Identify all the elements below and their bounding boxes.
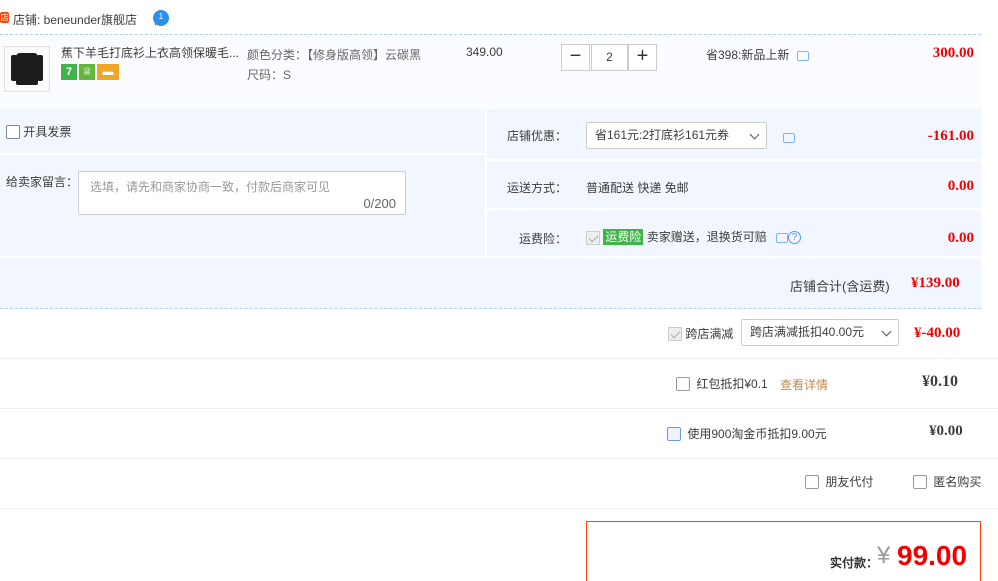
cross-store-label: 跨店满减 (685, 327, 734, 341)
sku-color: 颜色分类：【修身版高领】云碳黑 (247, 48, 422, 62)
shop-total-row: 店铺合计(含运费) ¥139.00 (0, 256, 981, 309)
insurance-checkbox (586, 230, 600, 245)
memo-textarea[interactable]: 选填，请先和商家协商一致，付款后商家可见 0/200 (78, 171, 406, 215)
seven-day-return-icon: 7 (61, 64, 77, 80)
memo-label: 给卖家留言： (6, 175, 79, 189)
payment-summary: 实付款： ¥ 99.00 (586, 521, 981, 581)
anonymous-option[interactable]: 匿名购买 (913, 473, 981, 490)
delivery-label: 运送方式： (506, 181, 567, 195)
item-subtotal: 300.00 (932, 45, 974, 61)
delivery-amount: 0.00 (947, 178, 974, 194)
wangwang-chat-icon[interactable]: 1 (153, 10, 169, 26)
credit-card-icon: ▬ (97, 64, 119, 80)
memo-char-count: 0/200 (363, 196, 396, 211)
invoice-section: 开具发票 (0, 109, 485, 155)
payment-amount: 99.00 (897, 540, 968, 571)
chevron-down-icon (881, 326, 892, 337)
gold-seller-icon: ♕ (79, 64, 95, 80)
cross-store-select[interactable]: 跨店满减抵扣40.00元 (741, 319, 899, 346)
anonymous-checkbox[interactable] (913, 474, 927, 489)
invoice-checkbox[interactable] (6, 124, 20, 139)
cross-store-option: 跨店满减 (668, 325, 733, 342)
shop-discount-row: 店铺优惠： 省161元:2打底衫161元券 -161.00 (487, 109, 981, 161)
cross-store-amount: ¥-40.00 (914, 325, 961, 341)
cross-store-checkbox (668, 326, 682, 341)
shop-total-label: 店铺合计(含运费) (790, 279, 890, 294)
cross-store-value: 跨店满减抵扣40.00元 (750, 325, 865, 339)
cross-store-discount-row: 跨店满减 跨店满减抵扣40.00元 ¥-40.00 (0, 309, 998, 359)
shop-total-amount: ¥139.00 (911, 275, 960, 291)
discount-comment-icon[interactable] (783, 132, 795, 143)
chevron-down-icon (749, 129, 760, 140)
order-options-panel: 开具发票 给卖家留言： 选填，请先和商家协商一致，付款后商家可见 0/200 店… (0, 109, 981, 309)
taobao-coin-amount: ¥0.00 (929, 423, 963, 439)
friend-pay-label: 朋友代付 (825, 475, 874, 489)
product-sku: 颜色分类：【修身版高领】云碳黑 尺码：S (247, 45, 421, 85)
red-packet-amount: ¥0.10 (922, 373, 958, 390)
anonymous-label: 匿名购买 (933, 475, 982, 489)
product-thumbnail[interactable] (4, 46, 50, 92)
red-packet-row: 红包抵扣¥0.1 查看详情 ¥0.10 (0, 359, 998, 409)
promotion-comment-icon[interactable] (796, 50, 809, 61)
delivery-method: 普通配送 快递 免邮 (586, 181, 689, 195)
quantity-plus-button[interactable]: + (628, 44, 657, 71)
insurance-amount: 0.00 (947, 230, 974, 246)
insurance-desc: 卖家赠送，退换货可赔 (646, 230, 767, 244)
unit-price: 349.00 (466, 45, 503, 59)
taobao-coin-row: 使用900淘金币抵扣9.00元 ¥0.00 (0, 409, 998, 459)
quantity-input[interactable]: 2 (591, 44, 628, 71)
item-promotion: 省398:新品上新 (706, 46, 809, 63)
shop-discount-label: 店铺优惠： (506, 129, 567, 143)
insurance-option: 运费险 卖家赠送，退换货可赔 ? (586, 228, 802, 245)
cart-item-row: 蕉下羊毛打底衫上衣高领保暖毛... 7 ♕ ▬ 颜色分类：【修身版高领】云碳黑 尺码… (0, 34, 981, 109)
payment-currency: ¥ (877, 542, 891, 569)
friend-pay-checkbox[interactable] (805, 474, 819, 489)
invoice-option[interactable]: 开具发票 (6, 123, 71, 140)
shop-logo-icon: 店 (0, 12, 9, 23)
service-badges: 7 ♕ ▬ (61, 64, 121, 80)
invoice-label: 开具发票 (23, 125, 72, 139)
quantity-minus-button[interactable]: − (561, 44, 590, 71)
red-packet-checkbox[interactable] (676, 376, 690, 391)
red-packet-option[interactable]: 红包抵扣¥0.1 (676, 375, 768, 392)
shop-header: 店 店铺: beneunder旗舰店 1 (0, 0, 998, 34)
insurance-comment-icon[interactable] (776, 232, 789, 243)
help-question-icon[interactable]: ? (788, 231, 802, 245)
red-packet-label: 红包抵扣¥0.1 (696, 377, 768, 391)
payment-label: 实付款： (830, 556, 879, 570)
taobao-coin-checkbox[interactable] (667, 426, 681, 441)
delivery-row: 运送方式： 普通配送 快递 免邮 0.00 (487, 161, 981, 210)
shop-discount-select[interactable]: 省161元:2打底衫161元券 (586, 122, 767, 149)
friend-pay-option[interactable]: 朋友代付 (805, 473, 873, 490)
product-title[interactable]: 蕉下羊毛打底衫上衣高领保暖毛... (61, 44, 241, 61)
insurance-label: 运费险： (518, 232, 567, 246)
taobao-coin-option[interactable]: 使用900淘金币抵扣9.00元 (667, 425, 827, 442)
shop-name[interactable]: 店铺: beneunder旗舰店 (13, 11, 137, 28)
insurance-tag: 运费险 (603, 229, 644, 245)
memo-placeholder: 选填，请先和商家协商一致，付款后商家可见 (90, 180, 331, 194)
red-packet-details-link[interactable]: 查看详情 (780, 376, 828, 393)
sku-size: 尺码：S (247, 68, 292, 82)
memo-section: 给卖家留言： 选填，请先和商家协商一致，付款后商家可见 0/200 (0, 155, 485, 256)
promotion-text: 省398:新品上新 (706, 48, 790, 62)
taobao-coin-label: 使用900淘金币抵扣9.00元 (687, 427, 827, 441)
shop-discount-value: 省161元:2打底衫161元券 (595, 128, 730, 142)
shop-discount-amount: -161.00 (927, 128, 974, 144)
shipping-insurance-row: 运费险： 运费险 卖家赠送，退换货可赔 ? 0.00 (487, 210, 981, 256)
extra-options-row: 朋友代付 匿名购买 (0, 459, 998, 509)
